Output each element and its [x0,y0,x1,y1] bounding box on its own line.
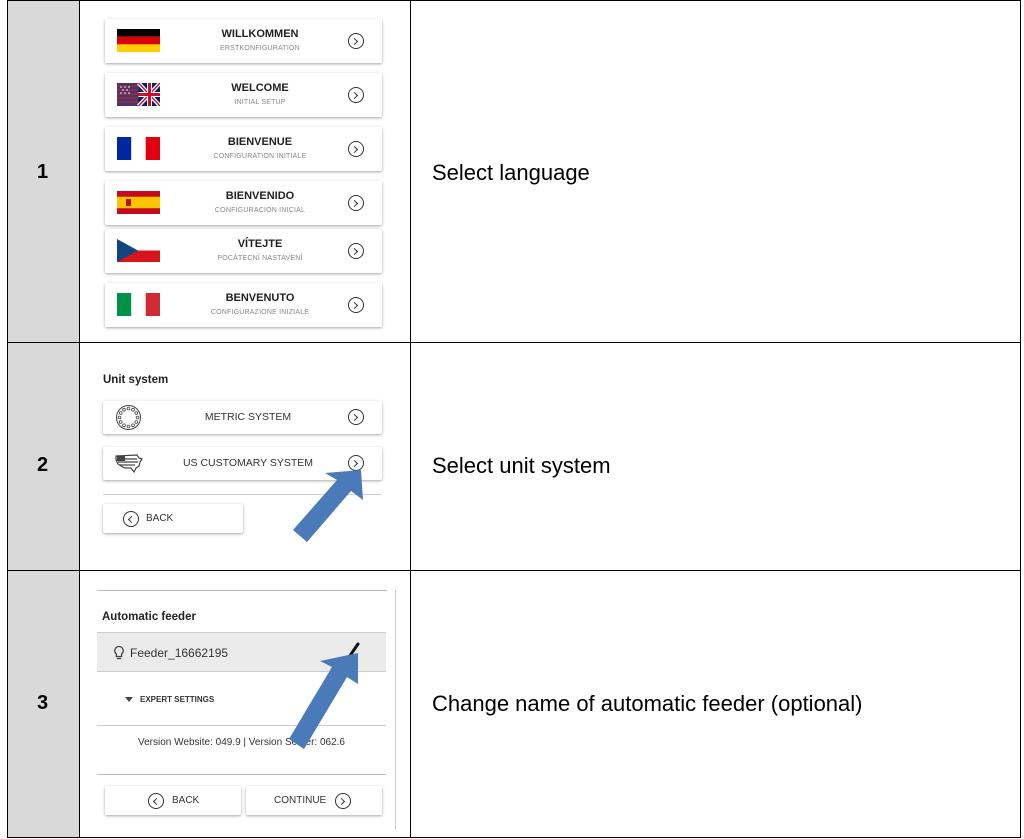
chevron-right-icon[interactable] [348,195,364,211]
table-border-left [7,0,8,838]
feeder-top-line [97,590,387,591]
row-description-3: Change name of automatic feeder (optiona… [432,691,863,716]
caret-down-icon [125,697,133,702]
language-card-italian[interactable]: BENVENUTO CONFIGURAZIONE INIZIALE [105,283,382,327]
back-button-label: BACK [146,513,174,524]
feeder-footer-divider [97,774,386,775]
chevron-right-icon[interactable] [348,33,364,49]
chevron-left-icon [123,511,139,527]
eu-stars-icon [116,405,141,430]
language-card-english[interactable]: WELCOME INITIAL SETUP [105,73,382,117]
language-card-german[interactable]: WILLKOMMEN ERSTKONFIGURATION [105,19,382,63]
table-border-row1 [7,342,1021,343]
feeder-right-line [395,590,396,830]
chevron-right-icon[interactable] [348,409,364,425]
metric-system-label: METRIC SYSTEM [204,411,292,423]
table-border-col1 [79,0,80,838]
germany-flag-icon [117,29,160,52]
uk-flag-icon [117,83,160,106]
language-subtitle: CONFIGURAZIONE INIZIALE [210,309,310,316]
spain-flag-icon [117,191,160,214]
france-flag-icon [117,137,160,160]
language-card-french[interactable]: BIENVENUE CONFIGURATION INITIALE [105,127,382,171]
lightbulb-icon [114,645,124,660]
table-border-right [1020,0,1021,838]
language-title: BIENVENUE [227,136,293,148]
expert-settings-label: EXPERT SETTINGS [140,695,215,704]
language-card-spanish[interactable]: BIENVENIDO CONFIGURACIÓN INICIAL [105,181,382,225]
language-subtitle: INITIAL SETUP [234,99,286,106]
czech-flag-icon [117,239,160,262]
row-description-2: Select unit system [432,453,611,478]
back-button-label: BACK [172,795,200,806]
language-title: BIENVENIDO [225,190,295,202]
language-subtitle: POCÁTECNÍ NASTAVENÍ [217,255,303,262]
metric-system-card[interactable]: METRIC SYSTEM [103,401,382,434]
continue-button[interactable]: CONTINUE [246,786,382,815]
row-number-2: 2 [37,454,49,476]
back-button[interactable]: BACK [105,786,241,815]
language-title: BENVENUTO [225,292,295,304]
language-title: VÍTEJTE [237,238,283,250]
language-subtitle: CONFIGURATION INITIALE [213,153,307,160]
pointer-arrow-icon [293,470,363,542]
row-number-3: 3 [37,692,49,714]
table-border-col2 [410,0,411,838]
chevron-right-icon[interactable] [348,141,364,157]
us-map-icon [115,454,143,473]
row-number-1: 1 [37,161,49,183]
feeder-name: Feeder_16662195 [130,646,229,660]
chevron-left-icon [148,793,164,809]
unit-system-title: Unit system [103,374,169,386]
language-card-czech[interactable]: VÍTEJTE POCÁTECNÍ NASTAVENÍ [105,229,382,273]
chevron-right-icon[interactable] [348,87,364,103]
continue-button-label: CONTINUE [274,795,327,806]
table-border-bottom [7,837,1021,838]
row-description-1: Select language [432,160,590,185]
chevron-right-icon[interactable] [348,297,364,313]
table-border-row2 [7,570,1021,571]
back-button[interactable]: BACK [103,504,243,533]
language-subtitle: CONFIGURACIÓN INICIAL [214,207,306,214]
italy-flag-icon [117,293,160,316]
automatic-feeder-title: Automatic feeder [102,611,196,623]
language-title: WELCOME [231,82,289,94]
table-border-top [7,0,1021,1]
pointer-arrow-icon [289,653,358,749]
language-subtitle: ERSTKONFIGURATION [220,45,300,52]
chevron-right-icon [335,793,351,809]
chevron-right-icon[interactable] [348,243,364,259]
language-title: WILLKOMMEN [221,28,299,40]
